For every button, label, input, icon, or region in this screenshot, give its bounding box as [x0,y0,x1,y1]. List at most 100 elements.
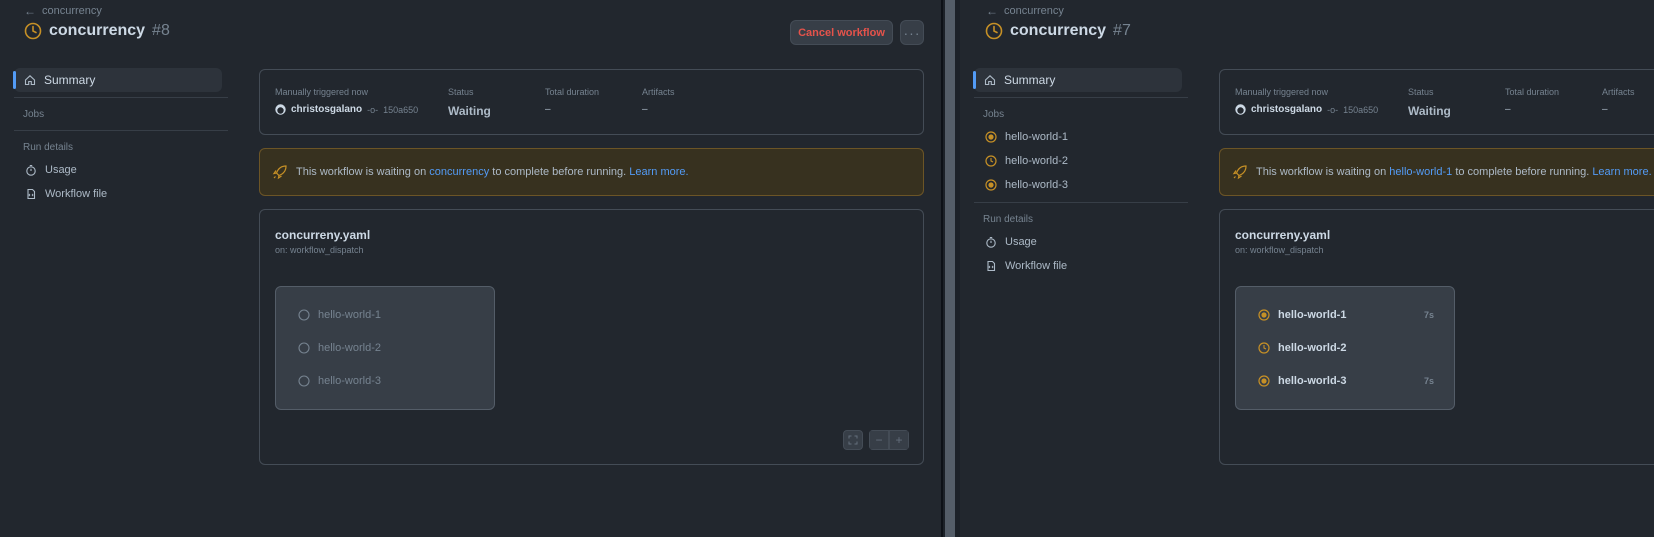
run-panel-8: ← concurrency concurrency #8 Cancel work… [0,0,941,537]
trigger-label: Manually triggered now [275,87,369,97]
sidebar-item-usage[interactable]: Usage [14,158,228,182]
blocking-run-link[interactable]: concurrency [429,166,489,178]
divider [974,202,1188,203]
commit-sha-link[interactable]: 150a650 [383,105,418,115]
sidebar-item-label: hello-world-1 [1005,131,1068,143]
sidebar-item-label: Workflow file [45,188,108,200]
breadcrumb-label: concurrency [42,5,102,17]
status-info: Status Waiting [1408,87,1451,118]
workflow-name: concurrency [1010,22,1107,39]
pane-splitter[interactable] [941,0,960,537]
workflow-trigger: on: workflow_dispatch [275,245,364,255]
page-title: concurrency #8 [24,22,170,40]
status-label: Status [1408,87,1434,97]
duration-info: Total duration – [1505,87,1559,115]
queued-circle-icon [298,375,310,387]
workflow-name: concurrency [49,22,146,39]
trigger-info: Manually triggered now christosgalano -o… [1235,87,1378,115]
actor-link[interactable]: christosgalano [291,104,362,115]
job-name: hello-world-1 [1278,309,1347,321]
fullscreen-icon [848,435,858,445]
sidebar-item-workflow-file[interactable]: Workflow file [14,182,228,206]
in-progress-dot-icon [985,179,997,191]
back-link[interactable]: ← concurrency [986,4,1064,18]
zoom-group: − + [869,430,909,450]
artifacts-info: Artifacts – [642,87,675,115]
waiting-banner: This workflow is waiting on concurrency … [259,148,924,196]
in-progress-dot-icon [1258,309,1270,321]
breadcrumb-label: concurrency [1004,5,1064,17]
stopwatch-icon [26,164,36,176]
job-node-hello-world-1[interactable]: hello-world-1 [298,309,381,321]
home-icon [984,75,996,86]
commit-sha-link[interactable]: 150a650 [1343,105,1378,115]
sidebar-item-usage[interactable]: Usage [974,230,1188,254]
sidebar-item-workflow-file[interactable]: Workflow file [974,254,1188,278]
avatar [275,104,286,115]
run-panel-7: ← concurrency concurrency #7 Summary Job… [960,0,1654,537]
in-progress-dot-icon [985,131,997,143]
duration-label: Total duration [545,87,600,97]
artifacts-label: Artifacts [642,87,675,97]
banner-text: to complete before running. [1455,166,1590,178]
sidebar-job-hello-world-3[interactable]: hello-world-3 [974,173,1188,197]
sidebar: Summary Jobs hello-world-1 hello-world-2… [973,68,1188,278]
divider [974,97,1188,98]
sidebar-item-label: Usage [1005,236,1037,248]
divider [14,97,228,98]
back-link[interactable]: ← concurrency [24,4,102,18]
workflow-file-name: concurreny.yaml [275,228,371,242]
more-options-button[interactable]: ··· [900,20,924,45]
sidebar-job-hello-world-2[interactable]: hello-world-2 [974,149,1188,173]
learn-more-link[interactable]: Learn more. [629,166,688,178]
commit-icon: -o- [367,104,379,115]
zoom-in-button[interactable]: + [889,430,909,450]
blocking-run-link[interactable]: hello-world-1 [1389,166,1452,178]
sidebar-item-label: Summary [1004,73,1056,87]
splitter-edge [941,0,943,537]
zoom-out-button[interactable]: − [869,430,889,450]
job-node-hello-world-3[interactable]: hello-world-3 7s [1258,375,1454,387]
sidebar-item-summary[interactable]: Summary [973,68,1182,92]
jobs-group: hello-world-1 hello-world-2 hello-world-… [275,286,495,410]
job-node-hello-world-3[interactable]: hello-world-3 [298,375,381,387]
trigger-label: Manually triggered now [1235,87,1329,97]
stopwatch-icon [986,236,996,248]
queued-circle-icon [298,342,310,354]
fullscreen-button[interactable] [843,430,863,450]
cancel-workflow-button[interactable]: Cancel workflow [790,20,893,45]
artifacts-info: Artifacts – [1602,87,1635,115]
avatar [1235,104,1246,115]
queued-circle-icon [298,309,310,321]
job-duration: 7s [1423,310,1434,320]
graph-zoom-controls: − + [843,430,909,450]
sidebar-item-summary[interactable]: Summary [13,68,222,92]
banner-text: This workflow is waiting on [296,166,427,178]
workflow-trigger: on: workflow_dispatch [1235,245,1324,255]
learn-more-link[interactable]: Learn more. [1592,166,1651,178]
run-summary-card: Manually triggered now christosgalano -o… [1219,69,1654,135]
job-node-hello-world-2[interactable]: hello-world-2 [298,342,381,354]
trigger-info: Manually triggered now christosgalano -o… [275,87,418,115]
duration-value: – [545,104,551,115]
job-name: hello-world-3 [1278,375,1347,387]
status-label: Status [448,87,474,97]
trigger-value: christosgalano -o- 150a650 [275,104,418,115]
sidebar-job-hello-world-1[interactable]: hello-world-1 [974,125,1188,149]
artifacts-value: – [1602,104,1608,115]
actor-link[interactable]: christosgalano [1251,104,1322,115]
job-node-hello-world-1[interactable]: hello-world-1 7s [1258,309,1454,321]
job-node-hello-world-2[interactable]: hello-world-2 [1258,342,1454,354]
divider [14,130,228,131]
artifacts-label: Artifacts [1602,87,1635,97]
workflow-file-name: concurreny.yaml [1235,228,1331,242]
clock-status-icon [985,22,1003,40]
run-number: #8 [152,22,170,39]
job-duration: 7s [1423,376,1434,386]
run-details-heading: Run details [983,213,1034,225]
status-value: Waiting [1408,104,1451,118]
status-value: Waiting [448,104,491,118]
duration-value: – [1505,104,1511,115]
sidebar-item-label: hello-world-2 [1005,155,1068,167]
page-title: concurrency #7 [985,22,1131,40]
